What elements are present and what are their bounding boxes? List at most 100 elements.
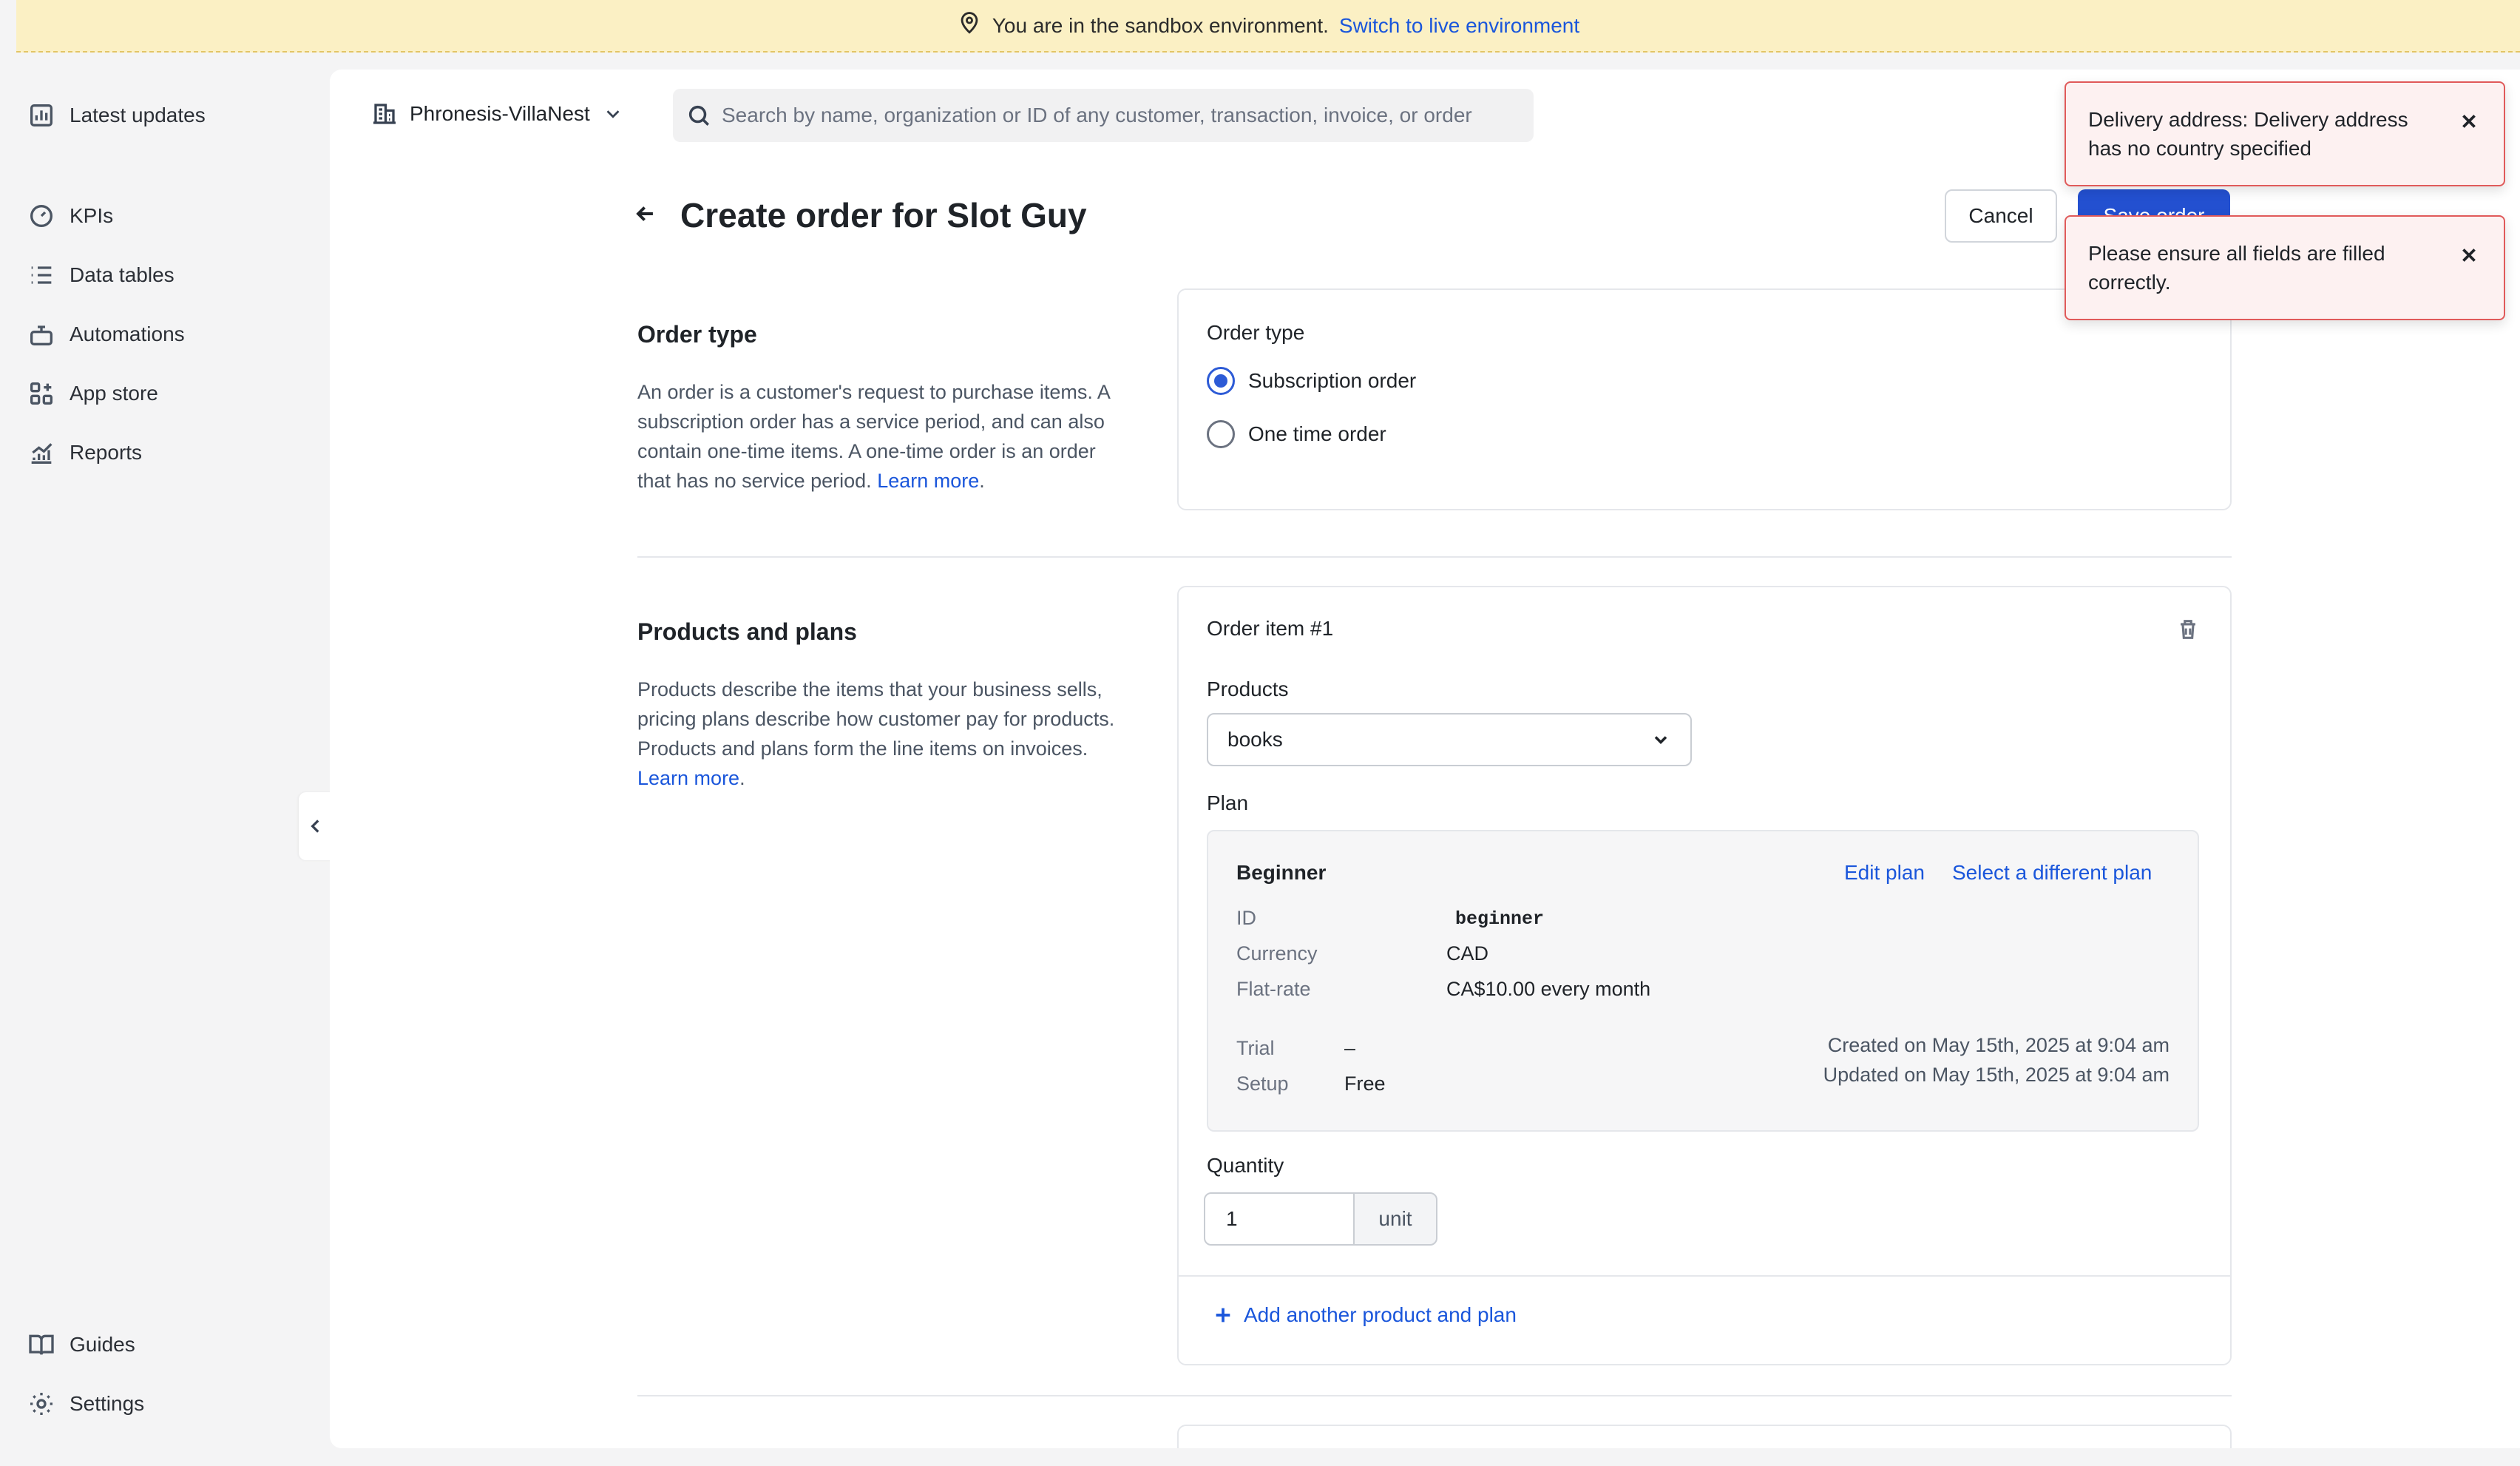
close-toast-button[interactable] [2459,243,2479,272]
chevron-down-icon [606,110,620,118]
add-product-plan-button[interactable]: Add another product and plan [1213,1303,1517,1327]
radio-button-selected[interactable] [1207,367,1235,395]
sidebar-item-label: Reports [70,441,143,464]
sidebar-item-label: Guides [70,1333,135,1356]
sidebar-item-data-tables[interactable]: Data tables [27,257,175,294]
products-section-title: Products and plans [637,618,857,645]
sidebar-item-label: KPIs [70,204,114,227]
robot-icon [30,325,52,345]
grid-plus-icon [30,382,53,405]
plan-name: Beginner [1236,861,1327,884]
section-divider [637,1395,2232,1396]
order-item-title: Order item #1 [1207,617,1334,640]
sidebar-item-settings[interactable]: Settings [27,1385,144,1422]
plan-updated-date: Updated on May 15th, 2025 at 9:04 am [1823,1064,2170,1086]
plan-trial-value: – [1344,1037,1356,1059]
order-type-learn-more-link[interactable]: Learn more [877,470,979,492]
error-toast-message: Delivery address: Delivery address has n… [2088,108,2408,160]
close-icon [2462,115,2476,128]
sidebar-item-automations[interactable]: Automations [27,316,185,353]
organization-name: Phronesis-VillaNest [410,102,590,125]
next-section-card [1177,1425,2232,1448]
quantity-label: Quantity [1207,1154,1284,1177]
sidebar-item-latest-updates[interactable]: Latest updates [27,97,206,134]
error-toast-message: Please ensure all fields are filled corr… [2088,242,2385,294]
chevron-down-icon [1654,736,1667,744]
plan-currency-value: CAD [1446,942,1489,965]
cancel-button[interactable]: Cancel [1945,189,2057,243]
list-icon [31,266,52,284]
error-toast: Please ensure all fields are filled corr… [2065,215,2505,320]
plan-created-date: Created on May 15th, 2025 at 9:04 am [1827,1034,2170,1056]
switch-to-live-link[interactable]: Switch to live environment [1339,14,1579,38]
page-title: Create order for Slot Guy [680,196,1087,234]
plan-id-key: ID [1236,907,1256,929]
search-input[interactable] [722,104,1520,127]
arrow-left-icon [636,206,653,221]
quantity-input[interactable] [1204,1192,1355,1246]
sidebar-item-guides[interactable]: Guides [27,1326,135,1363]
products-learn-more-link[interactable]: Learn more [637,767,739,789]
sidebar: Latest updates KPIs Data tables Automati… [0,53,333,1466]
subscription-order-option[interactable]: Subscription order [1207,367,1416,395]
sandbox-banner: You are in the sandbox environment. Swit… [16,0,2520,53]
error-toast: Delivery address: Delivery address has n… [2065,81,2505,186]
order-type-description-text: An order is a customer's request to purc… [637,381,1110,492]
order-type-card: Order type Subscription order One time o… [1177,288,2232,510]
sidebar-item-app-store[interactable]: App store [27,375,158,412]
gear-icon [30,1393,52,1415]
products-select[interactable]: books [1207,713,1692,766]
plan-label: Plan [1207,791,1249,814]
radio-button[interactable] [1207,420,1235,448]
plus-icon [1216,1308,1230,1323]
sidebar-item-label: Latest updates [70,104,206,126]
collapse-sidebar-button[interactable] [299,792,333,860]
plan-currency-key: Currency [1236,942,1318,965]
sidebar-item-label: App store [70,382,158,405]
back-button[interactable] [633,201,658,230]
products-label: Products [1207,678,1289,700]
plan-trial-key: Trial [1236,1037,1275,1059]
close-toast-button[interactable] [2459,109,2479,138]
products-description-text: Products describe the items that your bu… [637,678,1115,760]
chart-line-icon [31,443,52,464]
trash-icon [2181,620,2195,639]
section-divider [637,556,2232,558]
organization-switcher[interactable]: Phronesis-VillaNest [371,99,624,129]
radio-label: One time order [1248,422,1386,445]
sidebar-item-label: Data tables [70,263,175,286]
page-header: Create order for Slot Guy [633,195,1087,235]
location-pin-icon [957,10,982,41]
products-select-value: books [1227,728,1283,751]
plan-setup-value: Free [1344,1073,1386,1095]
one-time-order-option[interactable]: One time order [1207,420,1386,448]
sandbox-banner-text: You are in the sandbox environment. [992,13,1329,37]
order-type-description: An order is a customer's request to purc… [637,381,1110,492]
plan-flat-rate-value: CA$10.00 every month [1446,978,1651,1000]
products-description: Products describe the items that your bu… [637,678,1115,789]
sidebar-item-label: Automations [70,322,185,345]
select-different-plan-link[interactable]: Select a different plan [1952,861,2152,885]
plan-details: Beginner Edit plan Select a different pl… [1207,830,2199,1132]
card-divider [1179,1275,2230,1277]
sidebar-item-kpis[interactable]: KPIs [27,197,113,234]
plan-setup-key: Setup [1236,1073,1289,1095]
close-icon [2462,249,2476,262]
search-icon [688,105,710,126]
order-item-card: Order item #1 Products books Plan Beginn… [1177,586,2232,1365]
plan-id-value: beginner [1455,908,1545,930]
radio-label: Subscription order [1248,369,1417,392]
gauge-icon [30,205,52,227]
delete-order-item-button[interactable] [2175,617,2201,646]
chevron-left-icon [311,820,319,833]
building-icon [373,104,396,124]
edit-plan-link[interactable]: Edit plan [1844,861,1925,885]
order-type-card-label: Order type [1207,321,1305,344]
plan-flat-rate-key: Flat-rate [1236,978,1311,1000]
global-search [673,89,1534,142]
chart-bar-icon [30,104,52,126]
sidebar-item-reports[interactable]: Reports [27,434,142,471]
book-icon [29,1334,54,1355]
order-type-section-title: Order type [637,321,757,348]
add-product-plan-label: Add another product and plan [1244,1303,1517,1326]
